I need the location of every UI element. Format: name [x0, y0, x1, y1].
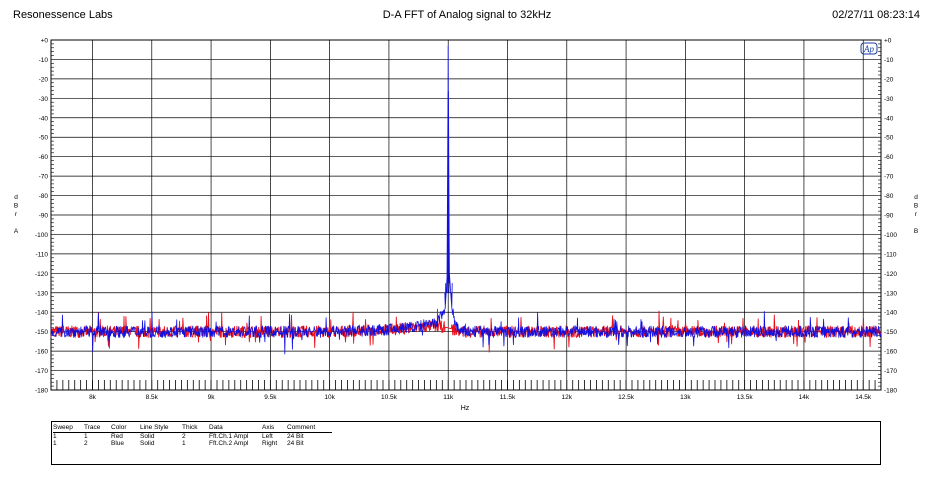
legend-header-cell: Sweep [53, 424, 73, 431]
x-tick-label: 8.5k [146, 394, 159, 401]
legend-row: 1 1 Red Solid 2 Fft.Ch.1 Ampl Left 24 Bit [53, 433, 332, 441]
y-tick-label-right: -140 [884, 310, 897, 317]
axis-label-char: A [14, 228, 19, 235]
y-axis-label-right: dBrB [914, 194, 918, 235]
y-tick-label-right: -40 [884, 115, 894, 122]
y-tick-label-left: -140 [35, 310, 48, 317]
legend-cell: Fft.Ch.1 Ampl [209, 433, 249, 440]
y-tick-label-left: -180 [35, 388, 48, 395]
y-tick-label-left: -170 [35, 368, 48, 375]
y-tick-label-right: -60 [884, 154, 894, 161]
y-tick-label-right: +0 [884, 38, 892, 45]
y-tick-label-left: -120 [35, 271, 48, 278]
y-tick-label-right: -80 [884, 193, 894, 200]
x-tick-label: 9k [208, 394, 216, 401]
y-tick-label-right: -130 [884, 290, 897, 297]
y-tick-label-left: +0 [41, 38, 49, 45]
axis-label-char: r [915, 211, 918, 218]
legend-table: Sweep Trace Color Line Style Thick Data Axis Co… [51, 421, 881, 465]
y-tick-label-right: -10 [884, 57, 894, 64]
axis-label-char: B [14, 203, 18, 210]
legend-row: 1 2 Blue Solid 1 Fft.Ch.2 Ampl Right 24 Bit [53, 440, 332, 447]
y-tick-label-right: -160 [884, 349, 897, 356]
y-tick-label-right: -70 [884, 174, 894, 181]
legend-cell: Solid [140, 433, 155, 440]
y-tick-label-left: -160 [35, 349, 48, 356]
x-tick-label: 12.5k [618, 394, 635, 401]
legend-cell: Fft.Ch.2 Ampl [209, 440, 249, 447]
legend-header-cell: Axis [262, 424, 275, 431]
legend-cell: Blue [111, 440, 125, 447]
x-tick-label: 9.5k [264, 394, 277, 401]
legend-cell: Left [262, 433, 273, 440]
legend-header-cell: Color [111, 424, 127, 431]
y-tick-label-right: -30 [884, 96, 894, 103]
axis-label-char: r [15, 211, 18, 218]
y-tick-label-left: -80 [39, 193, 49, 200]
legend-header-cell: Data [209, 424, 223, 431]
x-tick-label: 10.5k [381, 394, 398, 401]
y-tick-label-left: -70 [39, 174, 49, 181]
legend-cell: 1 [53, 433, 57, 440]
y-tick-label-left: -50 [39, 135, 49, 142]
y-tick-label-left: -30 [39, 96, 49, 103]
axis-label-char: d [914, 194, 918, 201]
y-tick-label-left: -20 [39, 76, 49, 83]
y-tick-label-left: -40 [39, 115, 49, 122]
x-tick-label: 13.5k [737, 394, 754, 401]
axis-label-char: d [14, 194, 18, 201]
y-tick-label-left: -100 [35, 232, 48, 239]
axis-label-char: B [914, 228, 918, 235]
legend-cell: 24 Bit [287, 433, 304, 440]
y-tick-label-right: -180 [884, 388, 897, 395]
y-tick-label-right: -90 [884, 213, 894, 220]
x-tick-label: 11.5k [500, 394, 516, 401]
x-tick-label: 13k [680, 394, 691, 401]
x-tick-label: 14.5k [855, 394, 872, 401]
x-tick-label: 11k [443, 394, 454, 401]
y-tick-label-left: -110 [35, 251, 48, 258]
legend-cell: 2 [84, 440, 88, 447]
y-tick-label-left: -60 [39, 154, 49, 161]
y-tick-label-left: -130 [35, 290, 48, 297]
x-tick-label: 12k [562, 394, 573, 401]
y-axis-label-left: dBr A [14, 194, 19, 235]
legend-cell: 1 [84, 433, 88, 440]
legend-cell: Right [262, 440, 278, 447]
y-tick-label-right: -170 [884, 368, 897, 375]
x-tick-label: 14k [799, 394, 810, 401]
legend-cell: 1 [182, 440, 186, 447]
legend-header-cell: Trace [84, 424, 101, 431]
y-tick-label-right: -150 [884, 329, 897, 336]
y-tick-label-right: -20 [884, 76, 894, 83]
y-tick-label-right: -110 [884, 251, 897, 258]
ap-logo-text: Ap [863, 44, 874, 54]
legend-header-cell: Line Style [140, 424, 169, 431]
legend-cell: Red [111, 433, 123, 440]
x-axis-label: Hz [461, 405, 470, 412]
y-tick-label-left: -150 [35, 329, 48, 336]
legend-cell: 24 Bit [287, 440, 304, 447]
y-tick-label-right: -50 [884, 135, 894, 142]
axis-label-char: B [914, 203, 918, 210]
y-tick-label-right: -100 [884, 232, 897, 239]
fft-chart: +0 +0 -10 -10 -20 -20 -30 -30 -40 -40 -50 -50 -60 -60… [14, 38, 918, 413]
legend-cell: 1 [53, 440, 57, 447]
y-tick-label-right: -120 [884, 271, 897, 278]
x-tick-label: 8k [89, 394, 97, 401]
legend-cell: Solid [140, 440, 155, 447]
legend-header-cell: Comment [287, 424, 316, 431]
legend-header-row: Sweep Trace Color Line Style Thick Data Axis Co… [53, 424, 332, 433]
y-tick-label-left: -90 [39, 213, 49, 220]
legend-cell: 2 [182, 433, 186, 440]
y-tick-label-left: -10 [39, 57, 49, 64]
x-tick-label: 10k [324, 394, 335, 401]
legend-header-cell: Thick [182, 424, 198, 431]
